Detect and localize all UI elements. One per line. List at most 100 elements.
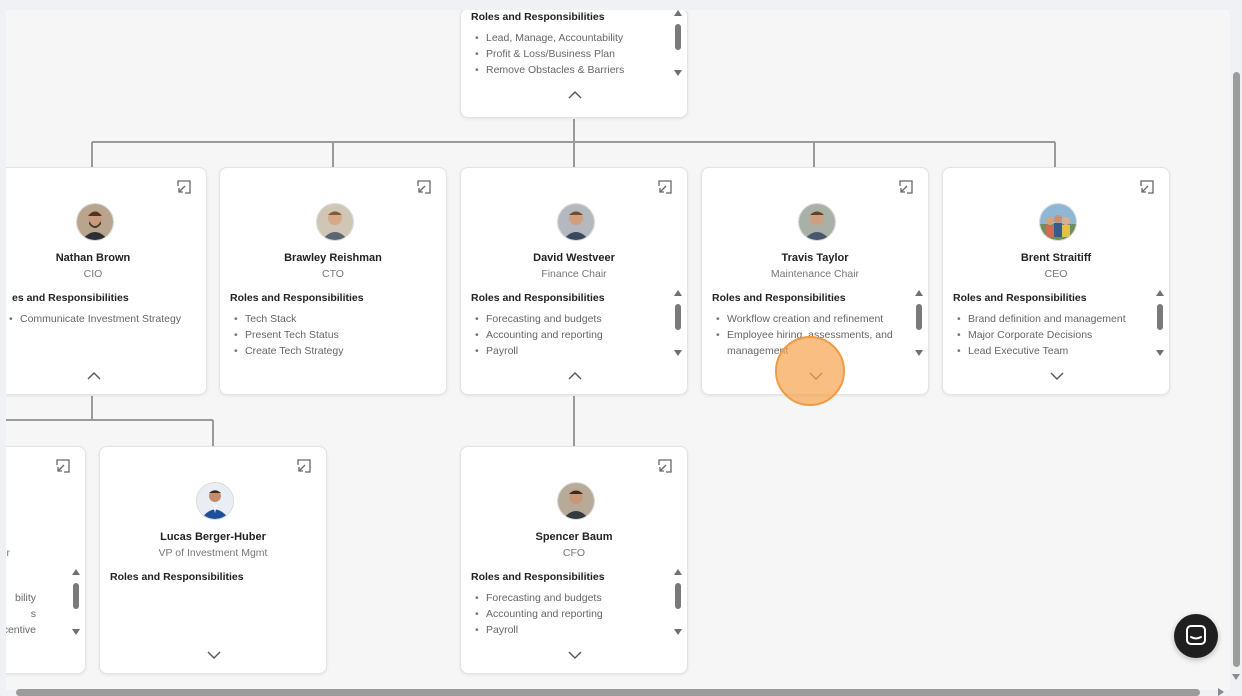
employee-name: Spencer Baum xyxy=(535,531,613,543)
employee-name: Lucas Berger-Huber xyxy=(160,531,266,543)
scroll-up-arrow-icon[interactable] xyxy=(72,569,80,575)
org-card-root[interactable]: Roles and Responsibilities Lead, Manage,… xyxy=(460,10,688,118)
avatar xyxy=(196,482,234,520)
chat-bubble-icon xyxy=(1186,625,1206,645)
scroll-thumb[interactable] xyxy=(675,24,681,50)
roles-heading: Roles and Responsibilities xyxy=(471,11,605,23)
role-item: Workflow creation and refinement xyxy=(716,311,907,327)
employee-title: Finance Chair xyxy=(541,268,607,280)
role-item: centive xyxy=(6,622,36,638)
avatar xyxy=(557,482,595,520)
expand-arrow-icon[interactable] xyxy=(55,458,71,474)
org-card-brawley-reishman[interactable]: Brawley Reishman CTO Roles and Responsib… xyxy=(219,167,447,395)
role-item: bility xyxy=(6,590,36,606)
employee-title: VP of Investment Mgmt xyxy=(158,547,268,559)
scroll-thumb[interactable] xyxy=(675,583,681,609)
horizontal-scroll-thumb[interactable] xyxy=(16,689,1200,696)
roles-scrollbar[interactable] xyxy=(1156,290,1165,356)
employee-title: CEO xyxy=(1044,268,1068,280)
role-item: Forecasting and budgets xyxy=(475,311,666,327)
roles-list: Forecasting and budgets Accounting and r… xyxy=(475,311,666,359)
scroll-up-arrow-icon[interactable] xyxy=(674,569,682,575)
org-card-partial[interactable]: er bility s centive xyxy=(6,446,86,674)
scroll-thumb[interactable] xyxy=(675,304,681,330)
expand-arrow-icon[interactable] xyxy=(657,179,673,195)
expand-arrow-icon[interactable] xyxy=(296,458,312,474)
role-item: Accounting and reporting xyxy=(475,327,666,343)
roles-scrollbar[interactable] xyxy=(915,290,924,356)
role-item: Payroll xyxy=(475,343,666,359)
scroll-thumb[interactable] xyxy=(73,583,79,609)
scroll-up-arrow-icon[interactable] xyxy=(674,290,682,296)
role-item: Tech Stack xyxy=(234,311,425,327)
scroll-up-arrow-icon[interactable] xyxy=(674,10,682,16)
role-item: Present Tech Status xyxy=(234,327,425,343)
expand-arrow-icon[interactable] xyxy=(1139,179,1155,195)
chevron-down-icon[interactable] xyxy=(1049,371,1065,381)
employee-title: CFO xyxy=(562,547,586,559)
scroll-right-arrow-icon[interactable] xyxy=(1218,688,1224,696)
employee-title: CTO xyxy=(322,268,344,280)
scroll-up-arrow-icon[interactable] xyxy=(1156,290,1164,296)
expand-arrow-icon[interactable] xyxy=(657,458,673,474)
roles-list: Tech Stack Present Tech Status Create Te… xyxy=(234,311,425,359)
scroll-down-arrow-icon[interactable] xyxy=(674,629,682,635)
scroll-thumb[interactable] xyxy=(916,304,922,330)
roles-heading: Roles and Responsibilities xyxy=(953,292,1087,304)
scroll-down-arrow-icon[interactable] xyxy=(674,350,682,356)
employee-name: Brent Straitiff xyxy=(1020,252,1092,264)
employee-name: Travis Taylor xyxy=(781,252,849,264)
role-item: Payroll xyxy=(475,622,666,638)
chevron-up-icon[interactable] xyxy=(567,90,583,100)
avatar xyxy=(798,203,836,241)
role-item: Accounting and reporting xyxy=(475,606,666,622)
roles-heading: Roles and Responsibilities xyxy=(110,571,244,583)
click-indicator xyxy=(775,336,845,406)
roles-heading: Roles and Responsibilities xyxy=(471,571,605,583)
roles-scrollbar[interactable] xyxy=(674,290,683,356)
scroll-down-arrow-icon[interactable] xyxy=(1232,674,1240,680)
roles-scrollbar[interactable] xyxy=(674,10,683,76)
role-item: Communicate Investment Strategy xyxy=(9,311,200,327)
org-chart-canvas[interactable]: Roles and Responsibilities Lead, Manage,… xyxy=(6,10,1230,690)
role-item: Forecasting and budgets xyxy=(475,590,666,606)
roles-scrollbar[interactable] xyxy=(674,569,683,635)
roles-list: Communicate Investment Strategy xyxy=(9,311,200,327)
role-item: Remove Obstacles & Barriers xyxy=(475,62,666,78)
employee-title: er xyxy=(6,547,10,559)
role-item: Lead, Manage, Accountability xyxy=(475,30,666,46)
roles-scrollbar[interactable] xyxy=(72,569,81,635)
scroll-up-arrow-icon[interactable] xyxy=(915,290,923,296)
scroll-down-arrow-icon[interactable] xyxy=(915,350,923,356)
scroll-thumb[interactable] xyxy=(1157,304,1163,330)
role-item: Major Corporate Decisions xyxy=(957,327,1148,343)
expand-arrow-icon[interactable] xyxy=(416,179,432,195)
role-item: Lead Executive Team xyxy=(957,343,1148,359)
roles-heading: es and Responsibilities xyxy=(12,292,129,304)
chevron-down-icon[interactable] xyxy=(567,650,583,660)
scroll-down-arrow-icon[interactable] xyxy=(674,70,682,76)
expand-arrow-icon[interactable] xyxy=(176,179,192,195)
org-card-lucas-berger-huber[interactable]: Lucas Berger-Huber VP of Investment Mgmt… xyxy=(99,446,327,674)
employee-title: CIO xyxy=(83,268,103,280)
chat-launcher-button[interactable] xyxy=(1174,614,1218,658)
scroll-down-arrow-icon[interactable] xyxy=(1156,350,1164,356)
chevron-down-icon[interactable] xyxy=(206,650,222,660)
role-item: Profit & Loss/Business Plan xyxy=(475,46,666,62)
vertical-scroll-thumb[interactable] xyxy=(1233,72,1240,667)
scroll-down-arrow-icon[interactable] xyxy=(72,629,80,635)
employee-name: Brawley Reishman xyxy=(284,252,382,264)
role-item: s xyxy=(6,606,36,622)
roles-list: bility s centive xyxy=(6,590,36,638)
org-card-david-westveer[interactable]: David Westveer Finance Chair Roles and R… xyxy=(460,167,688,395)
roles-heading: Roles and Responsibilities xyxy=(712,292,846,304)
org-card-nathan-brown[interactable]: Nathan Brown CIO es and Responsibilities… xyxy=(6,167,207,395)
chevron-up-icon[interactable] xyxy=(567,371,583,381)
org-card-spencer-baum[interactable]: Spencer Baum CFO Roles and Responsibilit… xyxy=(460,446,688,674)
chevron-up-icon[interactable] xyxy=(86,371,102,381)
employee-title: Maintenance Chair xyxy=(770,268,860,280)
roles-heading: Roles and Responsibilities xyxy=(230,292,364,304)
roles-list: Brand definition and management Major Co… xyxy=(957,311,1148,359)
org-card-brent-straitiff[interactable]: Brent Straitiff CEO Roles and Responsibi… xyxy=(942,167,1170,395)
expand-arrow-icon[interactable] xyxy=(898,179,914,195)
